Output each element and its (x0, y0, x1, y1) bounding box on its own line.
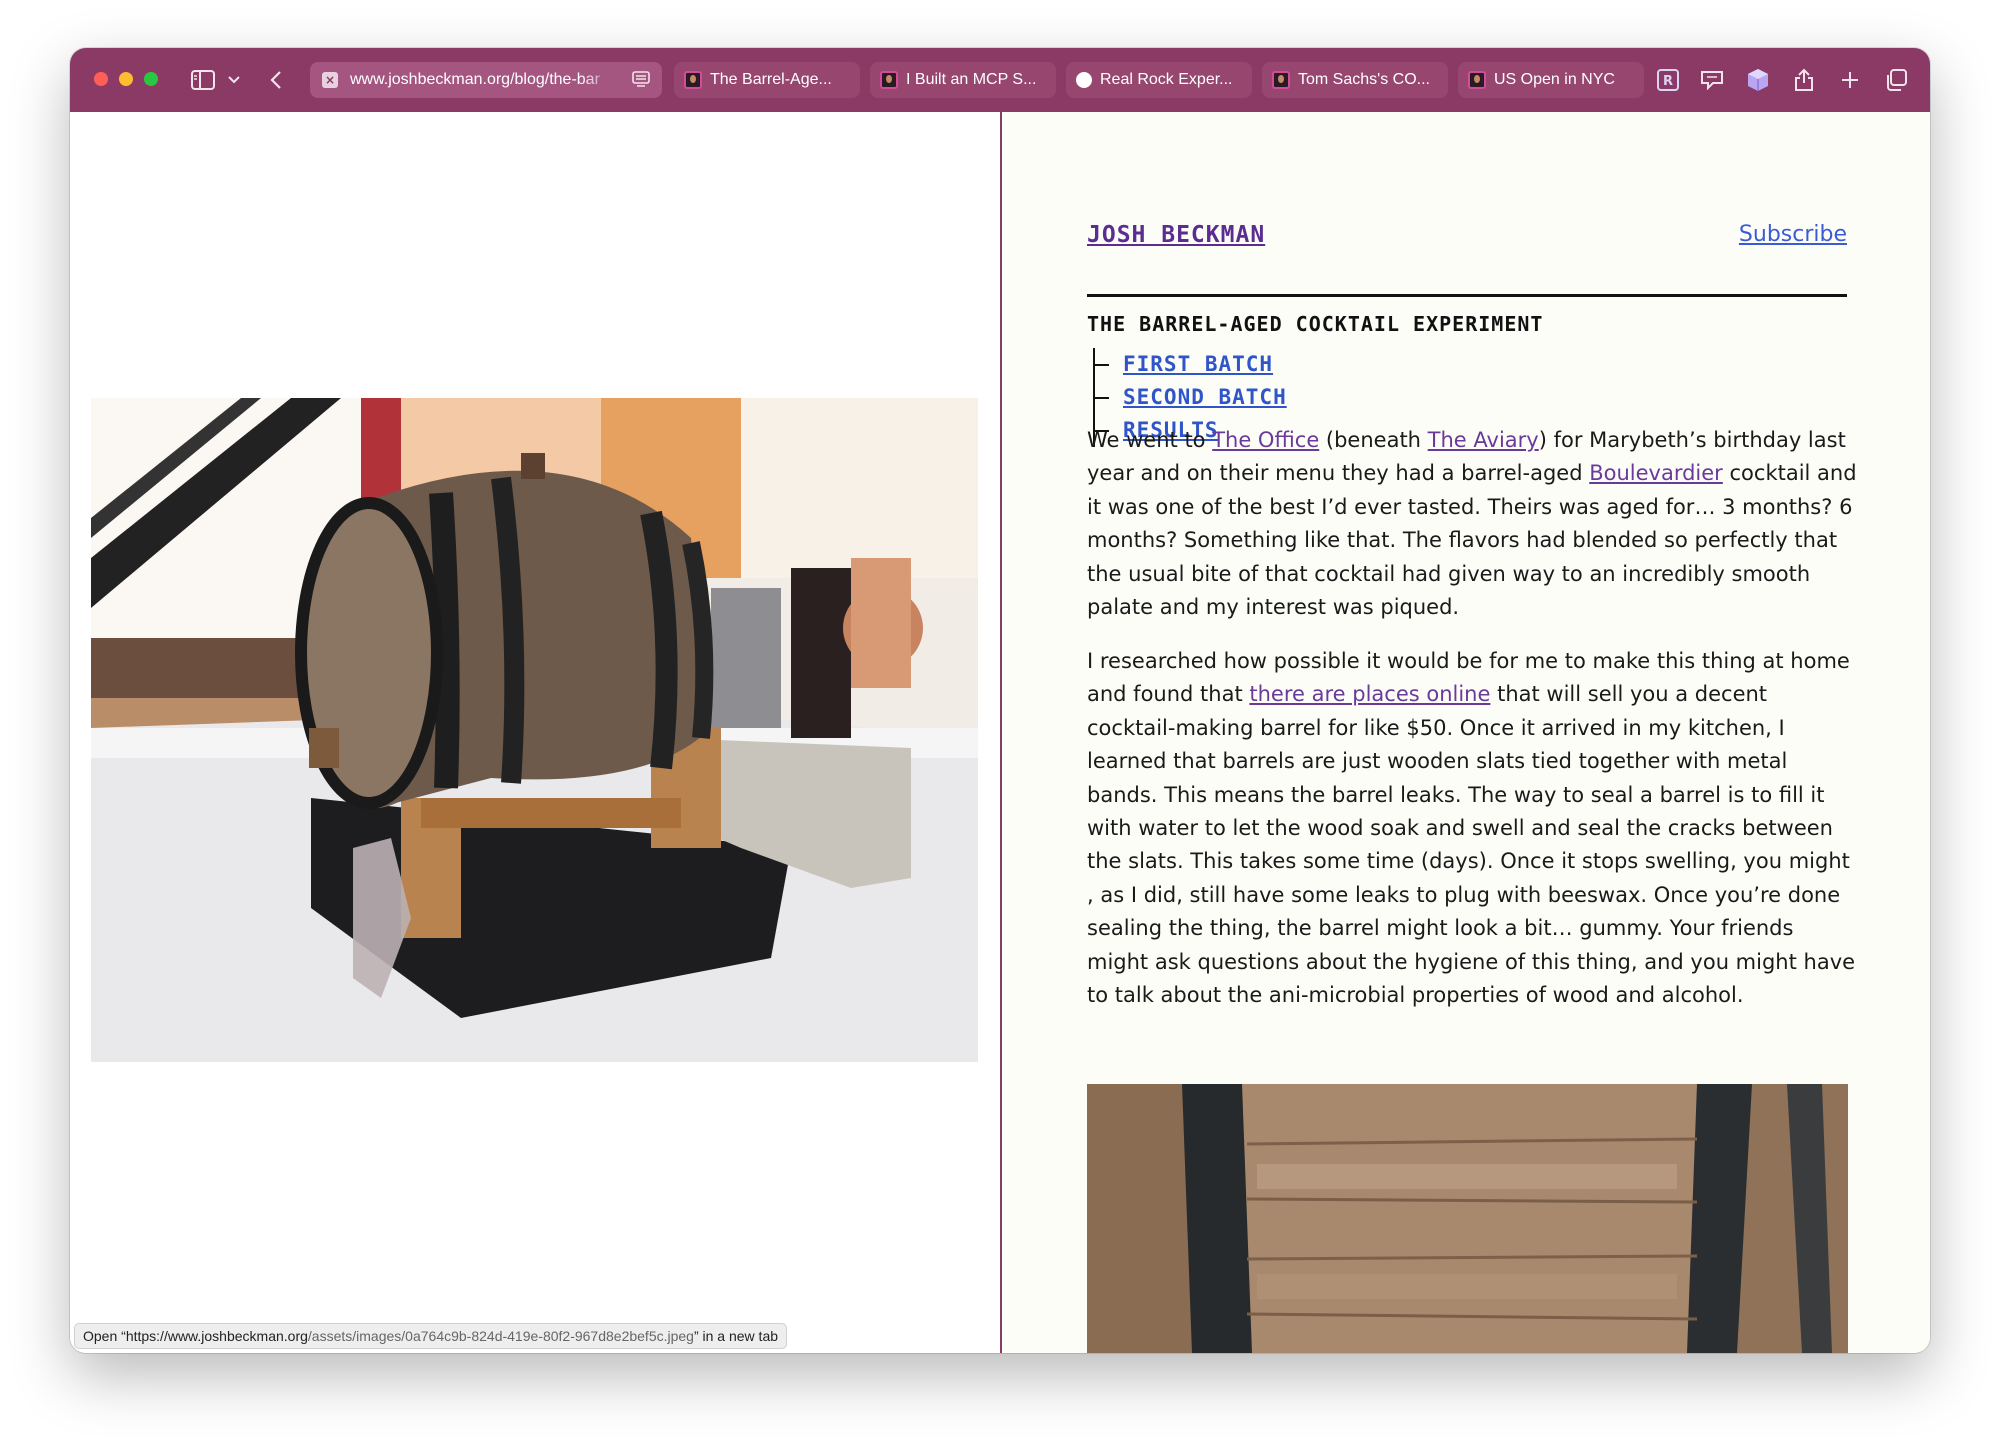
tab-label: Tom Sachs's CO... (1298, 71, 1430, 88)
cube-extension-icon[interactable] (1744, 64, 1772, 96)
article-pane: JOSH BECKMAN Subscribe THE BARREL-AGED C… (1002, 112, 1930, 1353)
post-title: THE BARREL-AGED COCKTAIL EXPERIMENT (1087, 312, 1544, 336)
status-url-path: /assets/images/0a764c9b-824d-419e-80f2-9… (307, 1328, 694, 1344)
paragraph-research: I researched how possible it would be fo… (1087, 645, 1857, 1012)
paragraph-intro: We went to The Office (beneath The Aviar… (1087, 424, 1857, 624)
tab-barrel-aged[interactable]: The Barrel-Age... (674, 62, 860, 98)
new-tab-icon[interactable] (1836, 64, 1864, 96)
tab-real-rock[interactable]: Real Rock Exper... (1066, 62, 1252, 98)
text: that will sell you a decent cocktail-mak… (1087, 682, 1856, 1008)
tab-label: Real Rock Exper... (1100, 71, 1233, 88)
svg-text:R: R (1663, 74, 1673, 89)
header-divider (1087, 294, 1847, 297)
browser-toolbar: × www.joshbeckman.org/blog/the-bar The B… (70, 48, 1930, 112)
site-header: JOSH BECKMAN Subscribe (1087, 222, 1847, 262)
the-office-link[interactable]: The Office (1212, 428, 1319, 452)
back-icon[interactable] (266, 64, 286, 96)
tab-label: I Built an MCP S... (906, 71, 1037, 88)
tab-overview-icon[interactable] (1882, 64, 1910, 96)
page-content: Open “https://www.joshbeckman.org/assets… (70, 112, 1930, 1353)
status-prefix: Open “ (83, 1328, 126, 1344)
tab-favicon-icon (1272, 71, 1290, 89)
subscribe-link[interactable]: Subscribe (1739, 222, 1847, 247)
barrel-photo[interactable] (91, 398, 978, 1062)
url-text: www.joshbeckman.org/blog/the-bar (350, 71, 600, 88)
chevron-down-icon[interactable] (226, 64, 242, 96)
close-window-button[interactable] (94, 72, 108, 86)
tab-favicon-icon (1076, 72, 1092, 88)
tab-label: US Open in NYC (1494, 71, 1615, 88)
readwise-extension-icon[interactable]: R (1654, 64, 1682, 96)
status-suffix: ” in a new tab (693, 1328, 779, 1344)
boulevardier-link[interactable]: Boulevardier (1589, 461, 1723, 485)
zoom-window-button[interactable] (144, 72, 158, 86)
barrel-closeup-photo[interactable] (1087, 1084, 1848, 1353)
image-preview-pane: Open “https://www.joshbeckman.org/assets… (70, 112, 1000, 1353)
minimize-window-button[interactable] (119, 72, 133, 86)
toc-link-first-batch[interactable]: FIRST BATCH (1123, 352, 1273, 376)
share-icon[interactable] (1790, 64, 1818, 96)
reader-view-icon[interactable] (632, 71, 650, 93)
toc-item: FIRST BATCH (1087, 348, 1487, 381)
tab-favicon-icon (1468, 71, 1486, 89)
site-title-link[interactable]: JOSH BECKMAN (1087, 222, 1265, 248)
tab-us-open[interactable]: US Open in NYC (1458, 62, 1644, 98)
the-aviary-link[interactable]: The Aviary (1428, 428, 1539, 452)
status-url-domain: https://www.joshbeckman.org (125, 1328, 308, 1344)
text: (beneath (1319, 428, 1428, 452)
quote-extension-icon[interactable] (1698, 64, 1726, 96)
tab-favicon-icon (880, 71, 898, 89)
tab-favicon-icon (684, 71, 702, 89)
browser-window: × www.joshbeckman.org/blog/the-bar The B… (70, 48, 1930, 1353)
address-bar[interactable]: × www.joshbeckman.org/blog/the-bar (310, 62, 662, 98)
tab-mcp[interactable]: I Built an MCP S... (870, 62, 1056, 98)
sidebar-toggle-icon[interactable] (188, 64, 218, 96)
places-online-link[interactable]: there are places online (1249, 682, 1490, 706)
link-status-bar: Open “https://www.joshbeckman.org/assets… (74, 1323, 788, 1349)
toc-link-second-batch[interactable]: SECOND BATCH (1123, 385, 1287, 409)
tab-label: The Barrel-Age... (710, 71, 832, 88)
site-favicon-icon: × (322, 72, 338, 88)
toc-item: SECOND BATCH (1087, 381, 1487, 414)
tab-tom-sachs[interactable]: Tom Sachs's CO... (1262, 62, 1448, 98)
text: We went to (1087, 428, 1213, 452)
